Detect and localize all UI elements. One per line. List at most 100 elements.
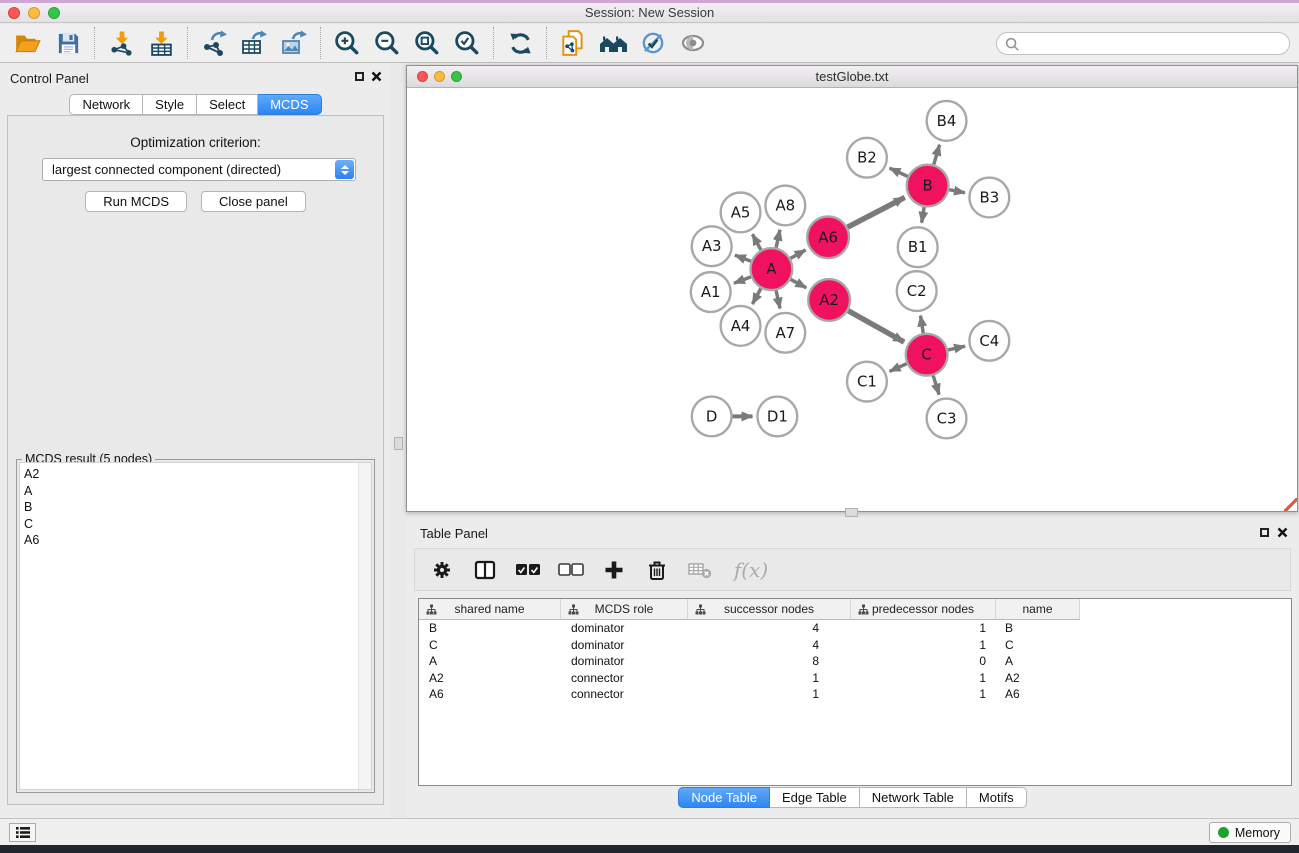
import-table-button[interactable] (141, 26, 181, 60)
control-tab-mcds[interactable]: MCDS (258, 94, 321, 115)
deselect-all-columns-button[interactable] (557, 556, 585, 584)
eye-button[interactable] (673, 26, 713, 60)
clone-network-button[interactable] (553, 26, 593, 60)
export-image-button[interactable] (274, 26, 314, 60)
control-tab-network[interactable]: Network (69, 94, 143, 115)
graph-node-C1[interactable]: C1 (847, 362, 887, 402)
graph-node-A6[interactable]: A6 (807, 216, 849, 258)
network-minimize-button[interactable] (434, 71, 445, 82)
mcds-result-item[interactable]: A (20, 483, 371, 500)
graph-edge-A-A1[interactable] (734, 277, 751, 283)
graph-edge-A-A5[interactable] (752, 234, 761, 250)
graph-node-A4[interactable]: A4 (721, 306, 761, 346)
column-header-MCDS-role[interactable]: MCDS role (561, 599, 688, 620)
network-close-button[interactable] (417, 71, 428, 82)
select-all-columns-button[interactable] (514, 556, 542, 584)
control-tab-select[interactable]: Select (197, 94, 258, 115)
graph-edge-A-A6[interactable] (790, 250, 805, 258)
table-tab-node-table[interactable]: Node Table (678, 787, 770, 808)
mcds-result-list[interactable]: A2ABCA6 (19, 462, 372, 790)
table-tab-motifs[interactable]: Motifs (967, 787, 1027, 808)
export-table-button[interactable] (234, 26, 274, 60)
table-row[interactable]: Adominator80A (419, 653, 1291, 670)
network-canvas[interactable]: B4B2BB3A8A5A6A3B1AA1C2A2A4A7C4CC1C3DD1 (408, 89, 1296, 505)
graph-node-C[interactable]: C (906, 334, 948, 376)
column-header-successor-nodes[interactable]: successor nodes (688, 599, 851, 620)
zoom-out-button[interactable] (367, 26, 407, 60)
table-row[interactable]: A2connector11A2 (419, 670, 1291, 687)
graph-node-C2[interactable]: C2 (897, 271, 937, 311)
graph-edge-C-C4[interactable] (948, 346, 965, 350)
network-zoom-button[interactable] (451, 71, 462, 82)
graph-edge-A-A3[interactable] (735, 255, 751, 261)
import-network-button[interactable] (101, 26, 141, 60)
graph-edge-C-C1[interactable] (890, 364, 907, 372)
table-row[interactable]: Bdominator41B (419, 620, 1291, 637)
graph-edge-A-A4[interactable] (752, 288, 761, 304)
table-tab-network-table[interactable]: Network Table (860, 787, 967, 808)
zoom-fit-button[interactable] (407, 26, 447, 60)
graph-edge-B-B4[interactable] (934, 145, 940, 165)
open-session-button[interactable] (8, 26, 48, 60)
add-column-button[interactable] (600, 556, 628, 584)
close-panel-button[interactable]: Close panel (201, 191, 306, 212)
memory-button[interactable]: Memory (1209, 822, 1291, 843)
float-table-panel-button[interactable] (1260, 528, 1269, 537)
table-row[interactable]: A6connector11A6 (419, 686, 1291, 703)
graph-node-A8[interactable]: A8 (765, 186, 805, 226)
window-resize-grip[interactable] (1284, 498, 1297, 511)
optimization-select[interactable]: largest connected component (directed) (42, 158, 356, 181)
export-network-button[interactable] (194, 26, 234, 60)
graph-edge-B-B1[interactable] (922, 207, 925, 223)
graph-node-A7[interactable]: A7 (765, 313, 805, 353)
table-settings-button[interactable] (428, 556, 456, 584)
search-input[interactable] (997, 33, 1289, 54)
graph-edge-A2-C[interactable] (848, 311, 904, 342)
task-history-button[interactable] (9, 823, 36, 842)
graph-node-B2[interactable]: B2 (847, 138, 887, 178)
graph-node-D1[interactable]: D1 (757, 397, 797, 437)
horizontal-divider-grip[interactable] (845, 508, 858, 517)
graph-edge-B-B3[interactable] (949, 190, 965, 193)
graph-edge-B-B2[interactable] (890, 168, 908, 176)
run-mcds-button[interactable]: Run MCDS (85, 191, 187, 212)
home-button[interactable] (593, 26, 633, 60)
graph-node-B[interactable]: B (907, 165, 949, 207)
column-header-predecessor-nodes[interactable]: predecessor nodes (851, 599, 996, 620)
scrollbar-track[interactable] (358, 463, 371, 789)
column-header-name[interactable]: name (996, 599, 1080, 620)
node-table[interactable]: shared nameMCDS rolesuccessor nodesprede… (418, 598, 1292, 786)
table-row[interactable]: Cdominator41C (419, 637, 1291, 654)
graph-node-A2[interactable]: A2 (808, 279, 850, 321)
network-window-titlebar[interactable]: testGlobe.txt (407, 66, 1297, 88)
minimize-window-button[interactable] (28, 7, 40, 19)
graphics-details-button[interactable] (633, 26, 673, 60)
mcds-result-item[interactable]: A6 (20, 532, 371, 549)
vertical-divider-grip[interactable] (394, 437, 403, 450)
graph-node-B4[interactable]: B4 (927, 101, 967, 141)
graph-edge-A-A7[interactable] (776, 291, 780, 309)
graph-edge-A-A8[interactable] (776, 230, 780, 248)
graph-edge-C-C3[interactable] (933, 376, 939, 395)
close-window-button[interactable] (8, 7, 20, 19)
function-builder-button[interactable]: f(x) (729, 556, 773, 584)
close-table-panel-icon[interactable] (1277, 527, 1288, 538)
graph-node-A1[interactable]: A1 (691, 272, 731, 312)
delete-table-button[interactable] (686, 556, 714, 584)
column-header-shared-name[interactable]: shared name (419, 599, 561, 620)
zoom-in-button[interactable] (327, 26, 367, 60)
graph-edge-C-C2[interactable] (921, 316, 924, 333)
save-session-button[interactable] (48, 26, 88, 60)
network-graph[interactable]: B4B2BB3A8A5A6A3B1AA1C2A2A4A7C4CC1C3DD1 (408, 89, 1296, 505)
zoom-selected-button[interactable] (447, 26, 487, 60)
refresh-button[interactable] (500, 26, 540, 60)
mcds-result-item[interactable]: B (20, 499, 371, 516)
float-panel-button[interactable] (355, 72, 364, 81)
graph-node-A3[interactable]: A3 (692, 226, 732, 266)
mcds-result-item[interactable]: A2 (20, 466, 371, 483)
table-tab-edge-table[interactable]: Edge Table (770, 787, 860, 808)
control-tab-style[interactable]: Style (143, 94, 197, 115)
graph-node-A5[interactable]: A5 (721, 193, 761, 233)
mcds-result-item[interactable]: C (20, 516, 371, 533)
graph-node-C4[interactable]: C4 (969, 321, 1009, 361)
